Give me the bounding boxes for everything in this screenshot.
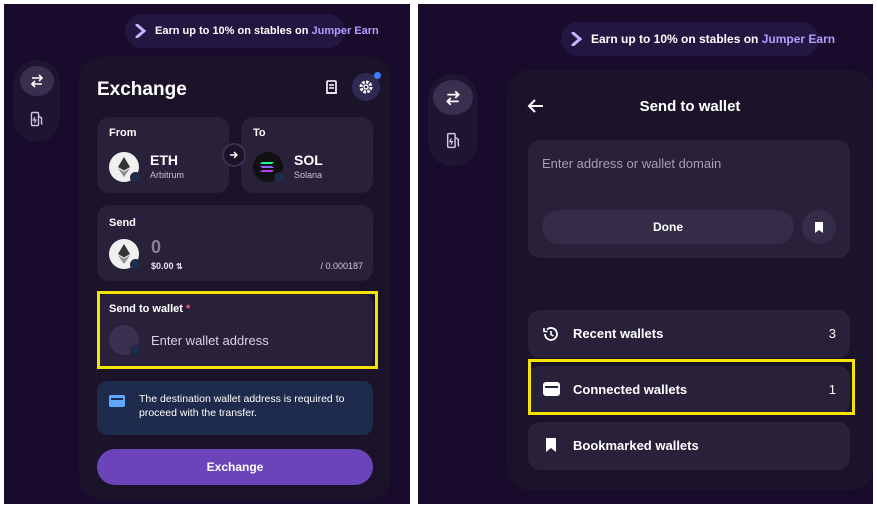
to-chain-name: Solana: [294, 170, 323, 180]
from-token-selector[interactable]: From ETH Arbitrum: [97, 117, 229, 193]
gas-nav-button[interactable]: [20, 104, 54, 134]
history-icon[interactable]: [324, 79, 340, 95]
promo-link[interactable]: Jumper Earn: [311, 25, 378, 37]
bookmark-button[interactable]: [802, 210, 836, 244]
gas-pump-icon: [446, 132, 459, 149]
notification-dot: [374, 72, 381, 79]
token-balance: / 0.000187: [320, 261, 363, 271]
send-amount-input[interactable]: 0: [151, 237, 161, 258]
done-button[interactable]: Done: [542, 210, 794, 244]
exchange-nav-button[interactable]: [433, 80, 473, 115]
arbitrum-chain-icon: [130, 172, 141, 183]
swap-currency-icon: ⇅: [176, 262, 183, 271]
swap-direction-button[interactable]: [222, 143, 246, 167]
bookmark-icon: [545, 437, 557, 458]
from-chain-name: Arbitrum: [150, 170, 185, 180]
bookmark-icon: [815, 221, 823, 233]
page-title: Exchange: [97, 79, 187, 100]
send-to-wallet-card: Send to wallet Enter address or wallet d…: [507, 70, 873, 490]
history-clock-icon: [542, 325, 560, 348]
promo-banner[interactable]: Earn up to 10% on stables on Jumper Earn: [125, 14, 379, 48]
to-token-symbol: SOL: [294, 152, 323, 168]
address-input-box: Enter address or wallet domain Done: [528, 140, 850, 258]
promo-text: Earn up to 10% on stables on: [155, 25, 309, 37]
gas-pump-icon: [30, 111, 43, 127]
highlight-box: [97, 291, 378, 369]
highlight-box: [528, 359, 855, 415]
arrow-right-icon: [230, 151, 238, 159]
from-token-symbol: ETH: [150, 152, 178, 168]
arbitrum-chain-icon: [130, 259, 141, 270]
promo-banner[interactable]: Earn up to 10% on stables on Jumper Earn: [561, 22, 835, 56]
exchange-button[interactable]: Exchange: [97, 449, 373, 485]
send-usd-value: $0.00 ⇅: [151, 261, 183, 271]
promo-link[interactable]: Jumper Earn: [762, 32, 835, 46]
send-to-wallet-pane: Earn up to 10% on stables on Jumper Earn…: [418, 4, 873, 504]
gas-nav-button[interactable]: [433, 123, 473, 158]
solana-chain-icon: [274, 172, 285, 183]
swap-arrows-icon: [446, 90, 460, 105]
recent-wallets-item[interactable]: Recent wallets 3: [528, 310, 850, 358]
bookmarked-wallets-label: Bookmarked wallets: [573, 438, 699, 453]
from-label: From: [109, 127, 137, 139]
to-label: To: [253, 127, 266, 139]
settings-button[interactable]: [352, 72, 381, 101]
swap-arrows-icon: [30, 74, 44, 88]
jumper-logo-icon: [135, 23, 147, 39]
bookmarked-wallets-item[interactable]: Bookmarked wallets: [528, 422, 850, 470]
info-message: The destination wallet address is requir…: [97, 381, 373, 435]
to-token-selector[interactable]: To SOL Solana: [241, 117, 373, 193]
side-navigation: [428, 74, 478, 166]
jumper-logo-icon: [571, 31, 583, 47]
address-input[interactable]: Enter address or wallet domain: [542, 156, 721, 171]
exchange-pane: Earn up to 10% on stables on Jumper Earn…: [4, 4, 410, 504]
gear-icon: [359, 80, 373, 94]
recent-wallets-count: 3: [828, 326, 836, 341]
send-amount-box: Send 0 $0.00 ⇅ / 0.000187: [97, 205, 373, 281]
exchange-card: Exchange From ETH Arbitrum To SOL Solana…: [79, 57, 391, 499]
page-title: Send to wallet: [639, 98, 741, 115]
send-label: Send: [109, 217, 136, 229]
exchange-nav-button[interactable]: [20, 66, 54, 96]
wallet-card-icon: [109, 395, 125, 407]
side-navigation: [14, 60, 60, 142]
recent-wallets-label: Recent wallets: [573, 326, 664, 341]
promo-text: Earn up to 10% on stables on: [591, 32, 759, 46]
info-text: The destination wallet address is requir…: [139, 393, 345, 419]
